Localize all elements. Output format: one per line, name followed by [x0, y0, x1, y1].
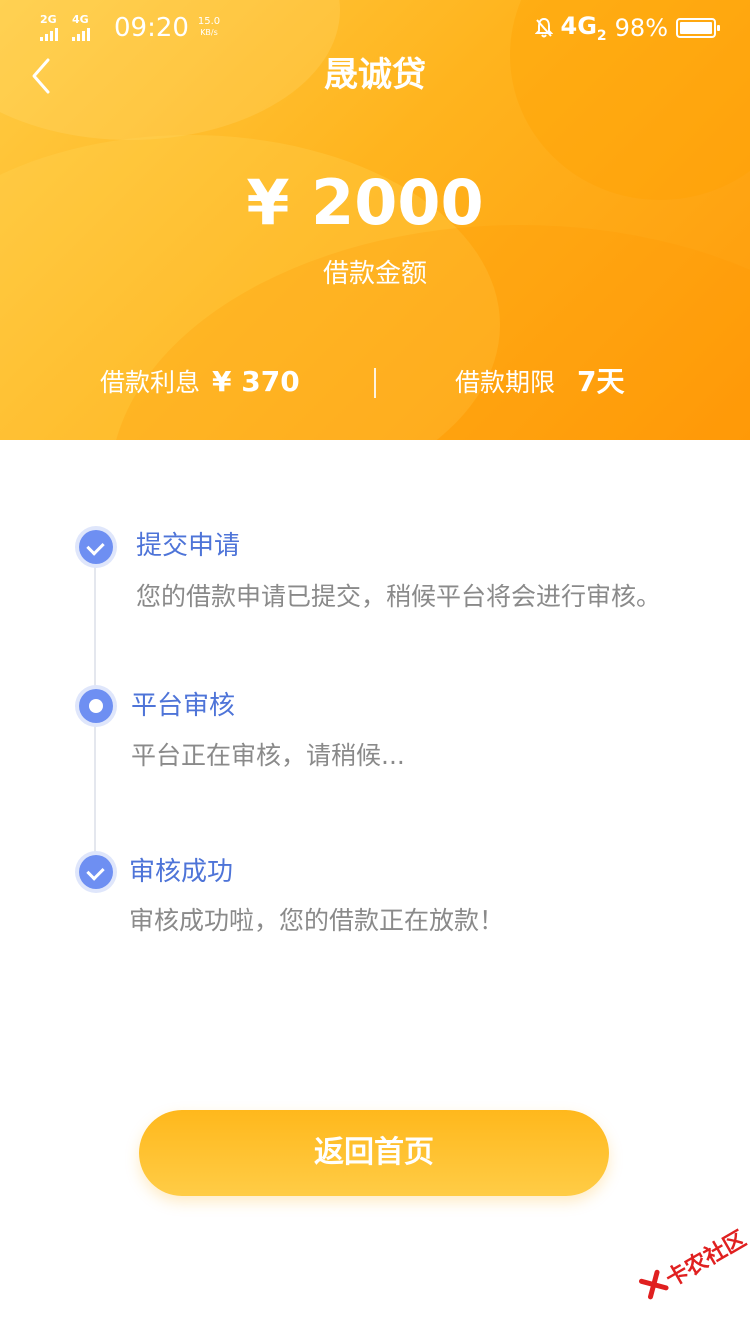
back-home-button[interactable]: 返回首页 [139, 1110, 609, 1196]
network-speed: 15.0 KB/s [197, 16, 221, 37]
term-value: 7天 [577, 365, 625, 398]
step-desc: 您的借款申请已提交，稍候平台将会进行审核。 [136, 582, 662, 611]
step-check-icon [79, 530, 113, 564]
page-title: 晟诚贷 [324, 55, 426, 95]
sim1-signal-icon: 2G [40, 14, 58, 41]
step-check-icon [79, 855, 113, 889]
step-current-dot-icon [79, 689, 113, 723]
watermark-logo: 卡农社区 [632, 1217, 750, 1324]
step-desc: 平台正在审核，请稍候... [131, 741, 405, 770]
page: 2G 4G 09:20 15.0 KB/s 4G2 98% 晟诚贷 ¥ 2000… [0, 0, 750, 1334]
network-type: 4G2 [560, 12, 607, 44]
status-bar: 2G 4G 09:20 15.0 KB/s 4G2 98% [0, 0, 750, 56]
sim2-signal-icon: 4G [72, 14, 90, 41]
battery-icon [676, 18, 720, 38]
interest-value: ¥ 370 [212, 365, 300, 398]
loan-amount-label: 借款金额 [322, 259, 427, 289]
loan-header: 2G 4G 09:20 15.0 KB/s 4G2 98% 晟诚贷 ¥ 2000… [0, 0, 750, 440]
status-right: 4G2 98% [534, 12, 720, 44]
step-desc: 审核成功啦，您的借款正在放款！ [129, 906, 505, 935]
loan-amount: ¥ 2000 [246, 166, 484, 239]
step-title: 审核成功 [129, 857, 234, 887]
status-time: 09:20 [114, 13, 189, 43]
term-label: 借款期限 [455, 368, 556, 397]
summary-divider [374, 368, 376, 398]
mute-bell-icon [534, 17, 553, 39]
step-title: 平台审核 [131, 691, 236, 721]
term-summary: 借款期限 7天 [455, 362, 625, 403]
interest-label: 借款利息 [100, 368, 201, 397]
battery-percent: 98% [614, 14, 668, 42]
step-title: 提交申请 [136, 531, 241, 561]
interest-summary: 借款利息 ¥ 370 [100, 362, 300, 403]
